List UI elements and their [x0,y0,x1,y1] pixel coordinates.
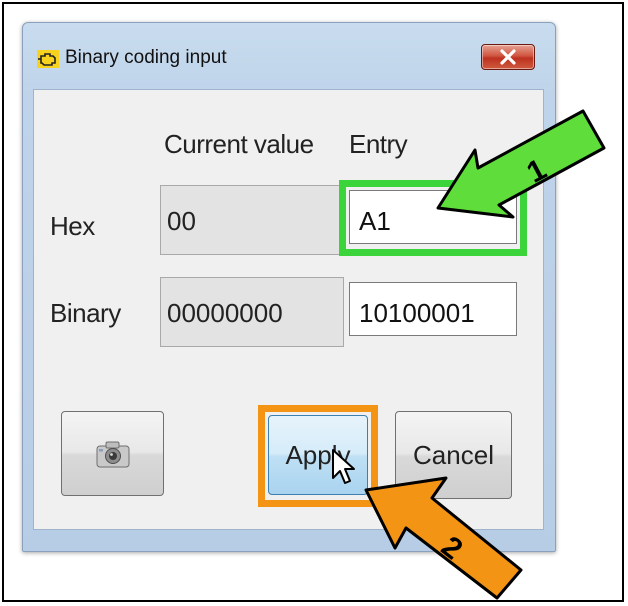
callout-arrow-2 [364,476,523,600]
callout-arrow-1 [436,109,606,219]
callout-arrows: 1 2 [364,109,606,600]
